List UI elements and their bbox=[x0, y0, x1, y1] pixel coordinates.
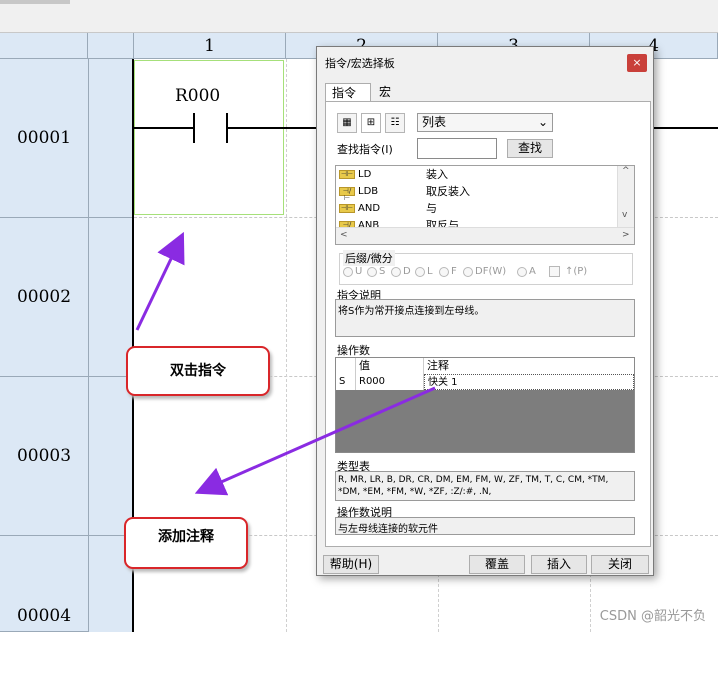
column-header-value: 值 bbox=[356, 358, 424, 374]
overwrite-button[interactable]: 覆盖 bbox=[469, 555, 525, 574]
grid-line bbox=[286, 59, 287, 632]
operand-desc-box: 与左母线连接的软元件 bbox=[335, 517, 635, 535]
contact-no-icon: ⊣⊢ bbox=[339, 170, 355, 179]
toolbar-area bbox=[0, 0, 718, 33]
corner-header bbox=[0, 33, 88, 59]
list-item[interactable]: ⊣⊢ AND 与 bbox=[336, 200, 618, 217]
radio-label: A bbox=[529, 266, 536, 277]
column-header[interactable]: 1 bbox=[134, 33, 286, 59]
row-number[interactable]: 00004 bbox=[0, 536, 88, 632]
selected-cell[interactable] bbox=[134, 60, 284, 215]
callout-add-comment: 添加注释 bbox=[124, 517, 248, 569]
wire bbox=[654, 127, 718, 129]
operand-label: 操作数 bbox=[337, 344, 370, 357]
help-button[interactable]: 帮助(H) bbox=[323, 555, 379, 574]
pulse-label: ↑(P) bbox=[565, 266, 588, 277]
radio-label: DF(W) bbox=[475, 266, 507, 277]
corner-header-2 bbox=[88, 33, 134, 59]
scroll-up-icon[interactable]: ^ bbox=[622, 166, 630, 176]
contact-bar-left bbox=[193, 113, 195, 143]
grid-view-icon[interactable]: ▦ bbox=[337, 113, 357, 133]
tab-strip bbox=[0, 0, 70, 4]
list-item[interactable]: ⊣/⊢ LDB 取反装入 bbox=[336, 183, 618, 202]
view-mode-select[interactable]: 列表 ⌄ bbox=[417, 113, 553, 132]
view-mode-value: 列表 bbox=[422, 115, 447, 129]
operand-table-header: 值 注释 bbox=[336, 358, 634, 375]
vertical-scrollbar[interactable]: ^ v bbox=[617, 166, 634, 228]
table-row[interactable]: S R000 快关 1 bbox=[336, 374, 634, 390]
insert-button[interactable]: 插入 bbox=[531, 555, 587, 574]
tab-macros[interactable]: 宏 bbox=[373, 83, 403, 101]
radio-f[interactable] bbox=[439, 267, 449, 277]
row-number[interactable]: 00002 bbox=[0, 218, 88, 377]
radio-label: S bbox=[379, 266, 386, 277]
scroll-right-icon[interactable]: > bbox=[622, 230, 630, 240]
radio-label: F bbox=[451, 266, 457, 277]
type-table-box: R, MR, LR, B, DR, CR, DM, EM, FM, W, ZF,… bbox=[335, 471, 635, 501]
contact-label: R000 bbox=[175, 86, 221, 106]
wire bbox=[134, 127, 194, 129]
radio-label: D bbox=[403, 266, 411, 277]
pulse-checkbox[interactable] bbox=[549, 266, 560, 277]
row-marker bbox=[88, 377, 132, 536]
suffix-label: 后缀/微分 bbox=[343, 250, 395, 266]
arrow-to-contact bbox=[135, 231, 185, 331]
radio-s[interactable] bbox=[367, 267, 377, 277]
callout-double-click: 双击指令 bbox=[126, 346, 270, 396]
list-item[interactable]: ⊣⊢ LD 装入 bbox=[336, 166, 618, 183]
close-icon[interactable]: × bbox=[627, 54, 647, 72]
chevron-down-icon: ⌄ bbox=[537, 115, 548, 129]
scroll-down-icon[interactable]: v bbox=[622, 210, 627, 220]
radio-label: L bbox=[427, 266, 433, 277]
close-button[interactable]: 关闭 bbox=[591, 555, 649, 574]
operand-name: S bbox=[336, 374, 356, 390]
watermark: CSDN @韶光不负 bbox=[599, 609, 706, 624]
instruction-select-dialog: 指令/宏选择板 × 指令 宏 ▦ ⊞ ☷ 列表 ⌄ 查找指令(I) 查找 ⊣⊢ LD… bbox=[316, 46, 654, 576]
find-button[interactable]: 查找 bbox=[507, 139, 553, 158]
column-header-comment: 注释 bbox=[427, 359, 449, 372]
operand-table: 值 注释 S R000 快关 1 bbox=[335, 357, 635, 453]
radio-l[interactable] bbox=[415, 267, 425, 277]
radio-u[interactable] bbox=[343, 267, 353, 277]
row-number[interactable]: 00003 bbox=[0, 377, 88, 536]
wire bbox=[228, 127, 318, 129]
row-number[interactable]: 00001 bbox=[0, 59, 88, 218]
detail-view-icon[interactable]: ☷ bbox=[385, 113, 405, 133]
tree-view-icon[interactable]: ⊞ bbox=[361, 113, 381, 133]
instruction-list[interactable]: ⊣⊢LD装入 ⊣/⊢LDB取反装入 ⊣⊢AND与 ⊣/⊢ANB取反与 ^v <> bbox=[335, 165, 635, 245]
contact-no-icon: ⊣⊢ bbox=[339, 204, 355, 213]
tab-instructions[interactable]: 指令 bbox=[325, 83, 371, 101]
find-input[interactable] bbox=[417, 138, 497, 159]
dialog-title: 指令/宏选择板 bbox=[325, 57, 395, 70]
find-label: 查找指令(I) bbox=[337, 143, 393, 156]
contact-nc-icon: ⊣/⊢ bbox=[339, 187, 355, 202]
horizontal-scrollbar[interactable]: < > bbox=[336, 227, 634, 244]
radio-label: U bbox=[355, 266, 363, 277]
operand-value-cell[interactable]: R000 bbox=[356, 374, 424, 390]
operand-comment-cell[interactable]: 快关 1 bbox=[424, 374, 634, 390]
radio-dfw[interactable] bbox=[463, 267, 473, 277]
instruction-desc-box: 将S作为常开接点连接到左母线。 bbox=[335, 299, 635, 337]
row-marker bbox=[88, 59, 132, 218]
radio-a[interactable] bbox=[517, 267, 527, 277]
scroll-left-icon[interactable]: < bbox=[340, 230, 348, 240]
radio-d[interactable] bbox=[391, 267, 401, 277]
